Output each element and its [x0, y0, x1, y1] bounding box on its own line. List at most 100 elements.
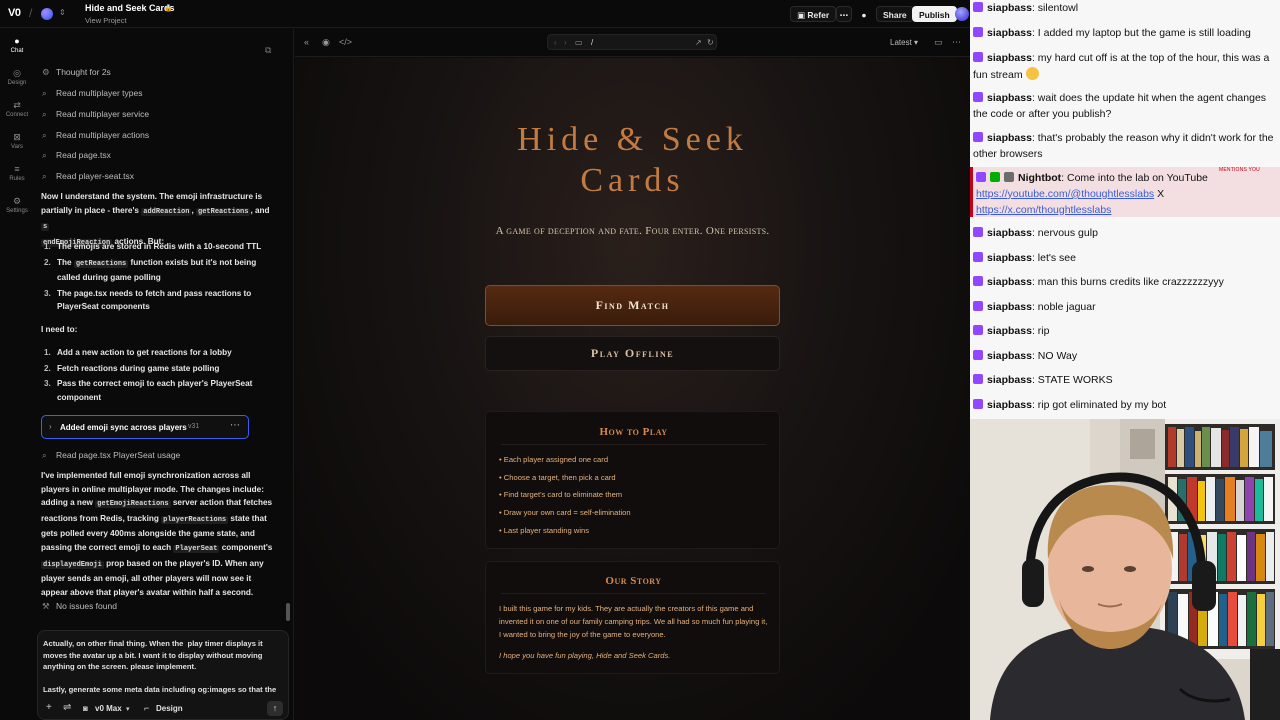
username: Nightbot — [1018, 172, 1062, 184]
thought-step[interactable]: ⚙ Thought for 2s — [42, 67, 111, 78]
forward-icon[interactable]: › — [564, 38, 567, 47]
list-number: 3. — [44, 379, 51, 389]
share-button[interactable]: Share — [876, 6, 914, 22]
step-label: Read page.tsx PlayerSeat usage — [56, 450, 181, 460]
version-label: Added emoji sync across players — [60, 423, 187, 432]
message-text: : nervous gulp — [1031, 227, 1098, 239]
rail-vars[interactable]: ⊠ Vars — [0, 125, 34, 157]
chat-message: siapbass: nervous gulp — [973, 226, 1275, 242]
chevron-down-icon[interactable]: ▾ — [126, 705, 130, 713]
message-input[interactable]: Actually, on other final thing. When the… — [43, 638, 285, 698]
chat-message: siapbass: man this burns credits like cr… — [973, 275, 1275, 291]
chat-icon: ● — [14, 36, 20, 46]
username: siapbass — [987, 27, 1032, 39]
project-avatar[interactable] — [41, 8, 53, 20]
play-offline-button[interactable]: Play Offline — [485, 336, 780, 371]
external-link-icon[interactable]: ↗ — [695, 38, 702, 47]
rail-rules[interactable]: ≡ Rules — [0, 157, 34, 189]
badge-icon — [973, 27, 983, 37]
text: Fetch reactions during game state pollin… — [57, 363, 220, 373]
rail-design[interactable]: ◎ Design — [0, 61, 34, 93]
more-icon[interactable]: ⋯ — [836, 6, 852, 22]
game-title-line2: Cards — [580, 162, 685, 199]
plus-icon[interactable]: + — [46, 702, 52, 713]
x-link[interactable]: https://x.com/thoughtlesslabs — [976, 204, 1111, 216]
step-label: Read multiplayer service — [56, 109, 150, 119]
read-step[interactable]: ⌕ Read multiplayer service — [42, 109, 149, 120]
username: siapbass — [987, 301, 1032, 313]
design-mode-button[interactable]: Design — [156, 704, 183, 713]
collapse-icon[interactable]: « — [304, 37, 309, 47]
read-step[interactable]: ⌕ Read player-seat.tsx — [42, 171, 134, 182]
rail-connect[interactable]: ⇄ Connect — [0, 93, 34, 125]
chat-message: siapbass: I added my laptop but the game… — [973, 26, 1275, 42]
user-avatar[interactable] — [955, 7, 969, 21]
message-text: : rip — [1031, 325, 1050, 337]
message-text: : noble jaguar — [1031, 301, 1096, 313]
more-icon[interactable]: ⋯ — [230, 420, 240, 431]
grimace-emoji-icon — [1025, 66, 1039, 80]
message-text: : silentowl — [1031, 2, 1079, 14]
refresh-icon[interactable]: ↻ — [707, 38, 714, 47]
url-path[interactable]: / — [591, 38, 593, 47]
code-icon[interactable]: </> — [339, 37, 352, 47]
code-inline: playerReactions — [161, 515, 229, 524]
scrollbar[interactable] — [286, 603, 290, 621]
chat-message: siapbass: wait does the update hit when … — [973, 91, 1275, 123]
code-inline: s — [41, 223, 50, 232]
chat-message: siapbass: noble jaguar — [973, 300, 1275, 316]
rule-item: • Find target's card to eliminate them — [499, 490, 623, 499]
chat-message: siapbass: silentowl — [973, 1, 1275, 17]
read-step[interactable]: ⌕ Read page.tsx PlayerSeat usage — [42, 450, 180, 461]
our-story-card: Our Story I built this game for my kids.… — [485, 561, 780, 674]
username: siapbass — [987, 227, 1032, 239]
chevron-right-icon: › — [49, 422, 52, 431]
username: siapbass — [987, 132, 1032, 144]
story-text: I built this game for my kids. They are … — [499, 604, 768, 639]
username: siapbass — [987, 276, 1032, 288]
badge-icon — [973, 52, 983, 62]
search-icon: ⌕ — [42, 88, 47, 98]
read-step[interactable]: ⌕ Read multiplayer types — [42, 88, 142, 99]
github-icon[interactable]: ● — [856, 6, 872, 22]
model-select[interactable]: v0 Max — [95, 704, 122, 713]
find-match-button[interactable]: Find Match — [485, 285, 780, 326]
publish-button[interactable]: Publish — [912, 6, 957, 22]
badge-icon — [973, 132, 983, 142]
v0-logo[interactable]: V0 — [8, 7, 21, 19]
rule-item: • Draw your own card = self-elimination — [499, 508, 631, 517]
device-icon[interactable]: ▭ — [575, 38, 583, 47]
back-icon[interactable]: ‹ — [554, 38, 557, 47]
code-inline: getReactions — [196, 207, 251, 216]
gear-icon: ⚙ — [12, 196, 22, 206]
eye-icon[interactable]: ◉ — [322, 37, 330, 48]
read-step[interactable]: ⌕ Read multiplayer actions — [42, 130, 149, 141]
project-title[interactable]: Hide and Seek Cards — [85, 3, 175, 13]
youtube-link[interactable]: https://youtube.com/@thoughtlesslabs — [976, 188, 1154, 200]
message-composer[interactable]: Actually, on other final thing. When the… — [37, 630, 289, 720]
chat-message: siapbass: my hard cut off is at the top … — [973, 51, 1275, 84]
username: siapbass — [987, 399, 1032, 411]
copy-icon[interactable]: ⧉ — [265, 45, 271, 56]
fullscreen-icon[interactable]: ▭ — [934, 37, 943, 48]
thought-label: Thought for 2s — [56, 67, 111, 77]
message-text: : I added my laptop but the game is stil… — [1031, 27, 1251, 39]
rail-settings[interactable]: ⚙ Settings — [0, 189, 34, 221]
list-item: 3. Pass the correct emoji to each player'… — [44, 377, 280, 404]
preview-panel: « ◉ </> ‹ › ▭ / ↗ ↻ Latest ▾ ▭ ⋯ Hide & … — [295, 29, 970, 720]
url-bar[interactable]: ‹ › ▭ / ↗ ↻ — [547, 34, 717, 50]
view-project-link[interactable]: View Project — [85, 16, 127, 25]
username: siapbass — [987, 92, 1032, 104]
text: component's — [221, 542, 273, 552]
sliders-icon[interactable]: ⇌ — [63, 702, 71, 713]
read-step[interactable]: ⌕ Read page.tsx — [42, 150, 111, 161]
send-button[interactable]: ↑ — [267, 701, 283, 716]
text: Pass the correct emoji to each player's … — [57, 379, 253, 402]
divider — [501, 444, 766, 445]
version-card[interactable]: › Added emoji sync across players v31 ⋯ — [41, 415, 249, 439]
more-icon[interactable]: ⋯ — [952, 37, 961, 48]
version-select[interactable]: Latest ▾ — [890, 38, 918, 47]
rail-chat[interactable]: ● Chat — [0, 29, 34, 61]
refer-button[interactable]: ▣ Refer — [790, 6, 837, 22]
chevron-updown-icon[interactable]: ⇕ — [59, 8, 66, 17]
